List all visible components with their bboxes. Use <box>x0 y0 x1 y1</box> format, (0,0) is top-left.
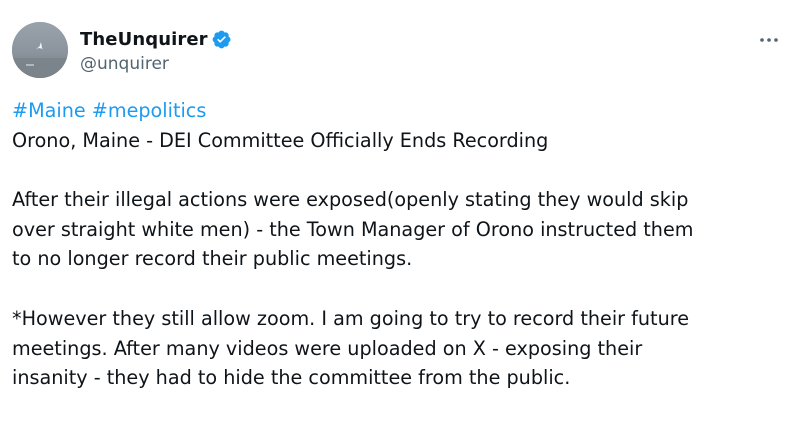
body-line: to no longer record their public meeting… <box>12 247 413 271</box>
hashtag-maine[interactable]: #Maine <box>12 99 86 122</box>
hashtag-mepolitics[interactable]: #mepolitics <box>92 99 207 122</box>
tweet-card: TheUnquirer @unquirer #Maine #mepolitics… <box>0 0 803 438</box>
verified-badge-icon[interactable] <box>211 29 232 50</box>
avatar[interactable] <box>12 22 68 78</box>
handle[interactable]: @unquirer <box>80 54 232 74</box>
body-line: After their illegal actions were exposed… <box>12 188 689 212</box>
body-line: meetings. After many videos were uploade… <box>12 336 643 360</box>
body-line: insanity - they had to hide the committe… <box>12 366 571 390</box>
headline-line: Orono, Maine - DEI Committee Officially … <box>12 128 549 152</box>
display-name[interactable]: TheUnquirer <box>80 29 208 50</box>
more-options-icon[interactable] <box>757 30 781 42</box>
tweet-text: #Maine #mepolitics Orono, Maine - DEI Co… <box>12 96 787 393</box>
tweet-header: TheUnquirer @unquirer <box>12 22 787 80</box>
body-line: over straight white men) - the Town Mana… <box>12 217 694 241</box>
hashtag-line: #Maine #mepolitics <box>12 96 787 126</box>
body-line: *However they still allow zoom. I am goi… <box>12 306 690 330</box>
name-row: TheUnquirer <box>80 27 232 52</box>
author-names: TheUnquirer @unquirer <box>80 27 232 74</box>
